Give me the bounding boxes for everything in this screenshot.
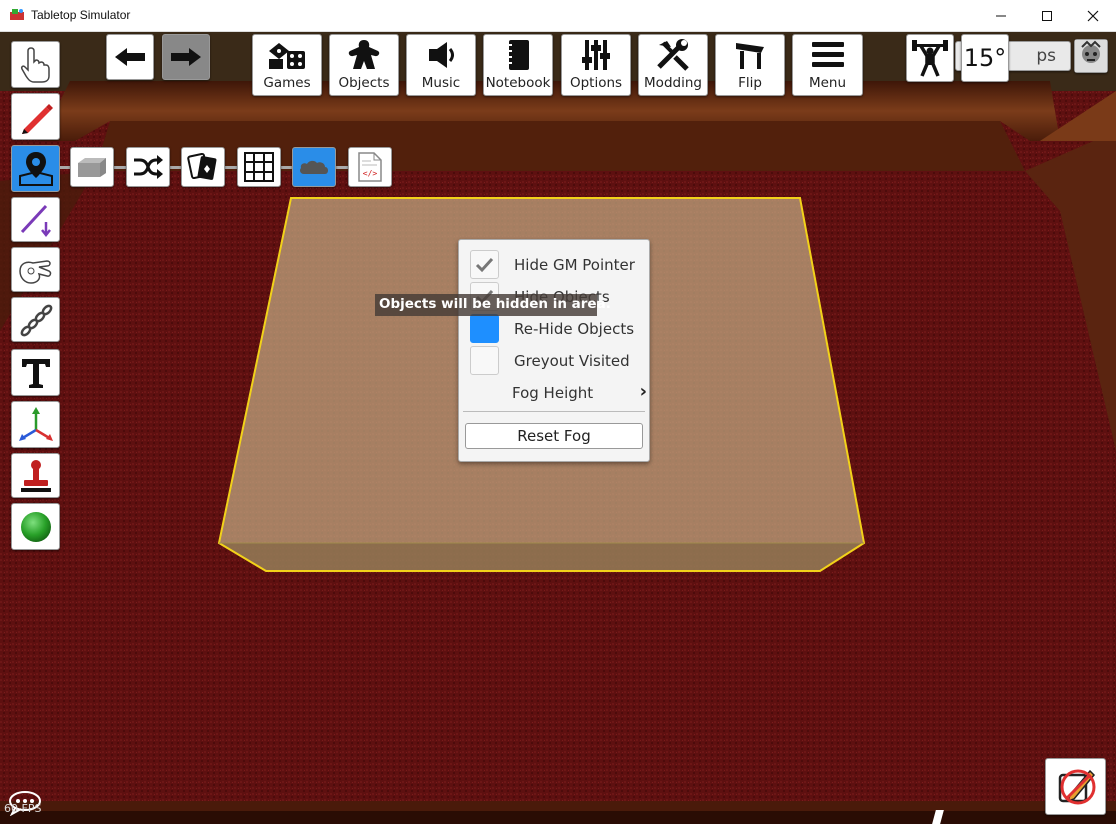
forward-button[interactable] — [162, 34, 210, 80]
maximize-button[interactable] — [1024, 0, 1070, 31]
flip-label: Flip — [738, 75, 762, 91]
chevron-right-icon: › — [639, 381, 647, 402]
tools-icon — [657, 39, 689, 71]
tool-line[interactable] — [11, 197, 60, 242]
map-pin-icon — [18, 151, 53, 186]
menu-item-fog-height[interactable]: Fog Height › — [459, 378, 649, 408]
meeple-icon — [348, 40, 380, 69]
no-edit-icon — [1058, 769, 1095, 804]
dice-icon — [269, 43, 305, 69]
objects-button[interactable]: Objects — [329, 34, 399, 96]
re-hide-objects-checkbox[interactable] — [470, 314, 499, 343]
app-icon — [10, 9, 24, 20]
modding-button[interactable]: Modding — [638, 34, 708, 96]
fog-context-menu: Hide GM Pointer Hide Objects Re-Hide Obj… — [458, 239, 650, 462]
reset-fog-button[interactable]: Reset Fog — [465, 423, 643, 449]
menu-label: Menu — [808, 75, 847, 91]
flip-button[interactable]: Flip — [715, 34, 785, 96]
cards-icon — [187, 152, 217, 180]
fps-counter: 60 FPS — [4, 802, 42, 815]
tool-text[interactable] — [11, 349, 60, 396]
checkmark-icon — [475, 257, 494, 273]
tool-axis[interactable] — [11, 401, 60, 448]
notebook-button[interactable]: Notebook — [483, 34, 553, 96]
hand-pinch-icon — [18, 259, 51, 284]
minimize-icon — [996, 15, 1006, 16]
menu-item-greyout-visited[interactable]: Greyout Visited — [459, 346, 649, 376]
script-file-icon: </> — [358, 152, 382, 182]
music-label: Music — [421, 75, 461, 91]
minimize-button[interactable] — [978, 0, 1024, 31]
green-orb-icon — [20, 511, 51, 542]
rotation-value: 15° — [963, 44, 1007, 72]
games-button[interactable]: Games — [252, 34, 322, 96]
window-title: Tabletop Simulator — [31, 8, 131, 22]
tool-draw[interactable] — [11, 93, 60, 140]
greyout-visited-label: Greyout Visited — [514, 352, 630, 370]
rotation-snap-button[interactable]: 15° — [961, 34, 1009, 82]
block-icon — [78, 158, 106, 177]
menu-button[interactable]: Menu — [792, 34, 863, 96]
line-tool-icon — [20, 204, 51, 237]
player-name-partial: ps — [1036, 46, 1056, 66]
pencil-icon — [21, 103, 53, 134]
hide-gm-pointer-label: Hide GM Pointer — [514, 256, 635, 274]
text-icon — [21, 358, 50, 388]
axis-icon — [18, 406, 53, 441]
arrow-right-icon — [171, 48, 201, 66]
cloud-icon — [300, 160, 328, 174]
greyout-visited-checkbox[interactable] — [470, 346, 499, 375]
music-button[interactable]: Music — [406, 34, 476, 96]
options-button[interactable]: Options — [561, 34, 631, 96]
subtool-layout-zone[interactable] — [70, 147, 114, 187]
tool-gizmo[interactable] — [11, 247, 60, 292]
hide-gm-pointer-checkbox[interactable] — [470, 250, 499, 279]
options-label: Options — [569, 75, 623, 91]
tool-color[interactable] — [11, 503, 60, 550]
games-label: Games — [263, 75, 311, 91]
subtool-scripting-zone[interactable]: </> — [348, 147, 392, 187]
stamp-icon — [20, 459, 51, 492]
maximize-icon — [1042, 10, 1052, 21]
sliders-icon — [582, 40, 610, 70]
shuffle-icon — [134, 155, 163, 179]
hamburger-icon — [811, 42, 844, 67]
re-hide-objects-label: Re-Hide Objects — [514, 320, 635, 338]
physics-button[interactable] — [906, 34, 954, 82]
notebook-icon — [507, 40, 529, 70]
tool-stamp[interactable] — [11, 453, 60, 498]
arrow-left-icon — [115, 48, 145, 66]
notebook-label: Notebook — [485, 75, 551, 91]
tool-pointer[interactable] — [11, 41, 60, 88]
back-button[interactable] — [106, 34, 154, 80]
chain-icon — [20, 304, 52, 336]
weightlifter-icon — [912, 40, 948, 77]
menu-divider — [463, 411, 645, 412]
menu-item-hide-gm-pointer[interactable]: Hide GM Pointer — [459, 250, 649, 280]
svg-text:</>: </> — [363, 169, 378, 178]
speaker-icon — [429, 42, 454, 68]
title-bar: Tabletop Simulator — [0, 0, 1116, 32]
tool-joint[interactable] — [11, 297, 60, 342]
close-icon — [1087, 10, 1099, 21]
subtool-snap-grid[interactable] — [237, 147, 281, 187]
close-button[interactable] — [1070, 0, 1116, 31]
objects-label: Objects — [338, 75, 390, 91]
subtool-fog-of-war[interactable] — [292, 147, 336, 187]
grid-icon — [244, 152, 274, 182]
subtool-randomize-zone[interactable] — [126, 147, 170, 187]
tool-zones[interactable] — [11, 145, 60, 192]
table-flip-icon — [736, 43, 764, 69]
modding-label: Modding — [644, 75, 702, 91]
fog-height-label: Fog Height — [512, 384, 594, 402]
subtool-hand-zone[interactable] — [181, 147, 225, 187]
avatar[interactable] — [1074, 39, 1108, 73]
tooltip: Objects will be hidden in area. — [375, 294, 611, 316]
hand-pointer-icon — [20, 46, 50, 83]
menu-item-re-hide-objects[interactable]: Re-Hide Objects — [459, 314, 649, 344]
notes-toggle-button[interactable] — [1045, 758, 1106, 815]
avatar-icon — [1075, 40, 1107, 72]
